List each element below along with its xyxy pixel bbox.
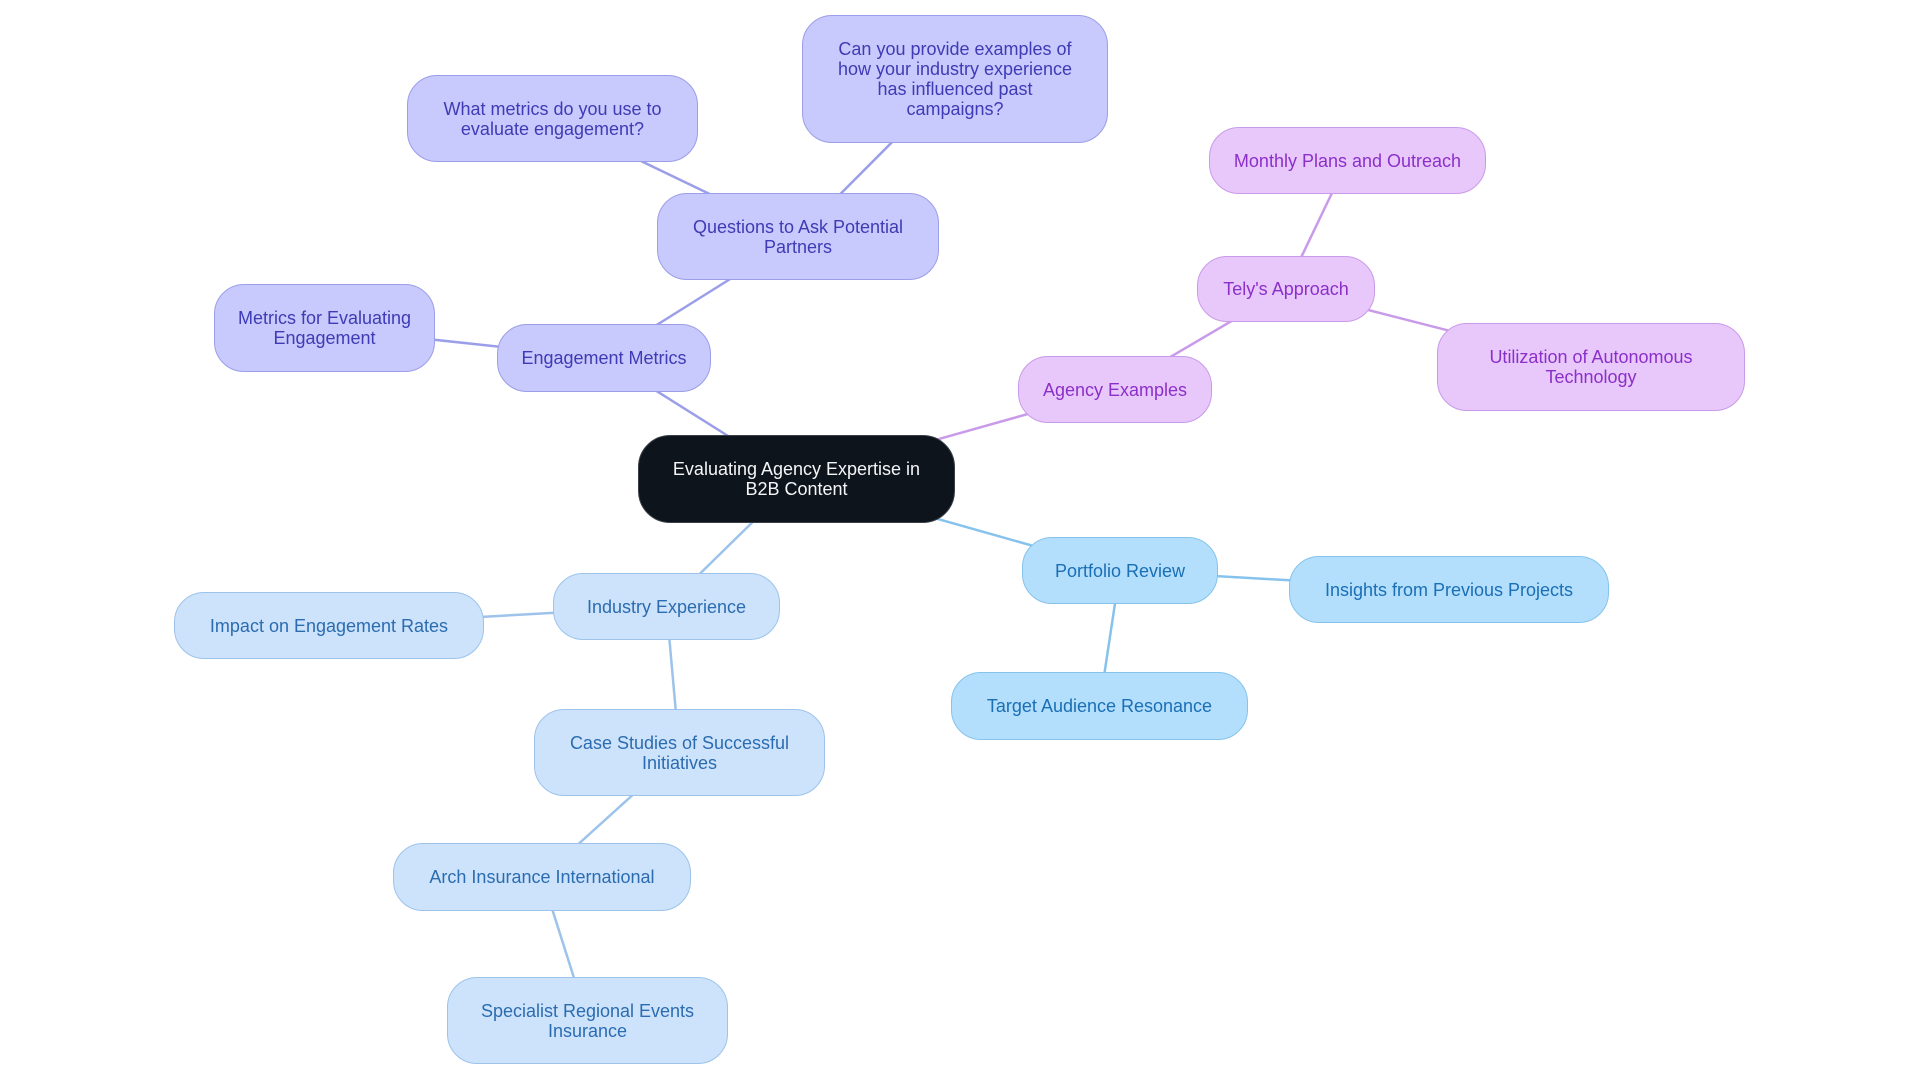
node-autonomous-technology[interactable]: Utilization of Autonomous Technology: [1437, 323, 1745, 411]
node-arch-insurance[interactable]: Arch Insurance International: [393, 843, 691, 911]
node-what-metrics[interactable]: What metrics do you use to evaluate enga…: [407, 75, 698, 162]
node-engagement-metrics[interactable]: Engagement Metrics: [497, 324, 711, 392]
node-label: Specialist Regional Events Insurance: [480, 1000, 695, 1041]
node-label: Insights from Previous Projects: [1324, 579, 1574, 600]
node-label: What metrics do you use to evaluate enga…: [443, 98, 662, 139]
node-agency-examples[interactable]: Agency Examples: [1018, 356, 1212, 423]
node-can-you-provide[interactable]: Can you provide examples of how your ind…: [802, 15, 1108, 143]
node-specialist-regional-events[interactable]: Specialist Regional Events Insurance: [447, 977, 728, 1064]
node-telys-approach[interactable]: Tely's Approach: [1197, 256, 1375, 322]
root-node-label: Evaluating Agency Expertise in B2B Conte…: [672, 459, 921, 499]
node-label: Target Audience Resonance: [986, 696, 1213, 716]
node-label: Impact on Engagement Rates: [209, 615, 449, 636]
node-label: Tely's Approach: [1223, 279, 1349, 299]
node-industry-experience[interactable]: Industry Experience: [553, 573, 780, 640]
node-target-audience[interactable]: Target Audience Resonance: [951, 672, 1248, 740]
node-label: Arch Insurance International: [429, 867, 655, 887]
node-label: Engagement Metrics: [521, 348, 687, 368]
node-label: Monthly Plans and Outreach: [1233, 150, 1462, 171]
node-label: Metrics for Evaluating Engagement: [237, 308, 412, 348]
node-label: Can you provide examples of how your ind…: [837, 39, 1073, 119]
node-label: Agency Examples: [1042, 379, 1188, 400]
node-label: Utilization of Autonomous Technology: [1489, 347, 1693, 387]
node-metrics-for-evaluating[interactable]: Metrics for Evaluating Engagement: [214, 284, 435, 372]
node-label: Questions to Ask Potential Partners: [692, 216, 904, 257]
node-monthly-plans[interactable]: Monthly Plans and Outreach: [1209, 127, 1486, 194]
node-case-studies[interactable]: Case Studies of Successful Initiatives: [534, 709, 825, 796]
root-node[interactable]: Evaluating Agency Expertise in B2B Conte…: [638, 435, 955, 523]
node-portfolio-review[interactable]: Portfolio Review: [1022, 537, 1218, 604]
node-questions-partners[interactable]: Questions to Ask Potential Partners: [657, 193, 939, 280]
node-label: Case Studies of Successful Initiatives: [569, 732, 790, 773]
node-impact-engagement-rates[interactable]: Impact on Engagement Rates: [174, 592, 484, 659]
node-label: Industry Experience: [586, 596, 747, 617]
node-insights-previous-projects[interactable]: Insights from Previous Projects: [1289, 556, 1609, 623]
node-label: Portfolio Review: [1054, 560, 1186, 581]
connector-lines: [324, 78, 1592, 1021]
